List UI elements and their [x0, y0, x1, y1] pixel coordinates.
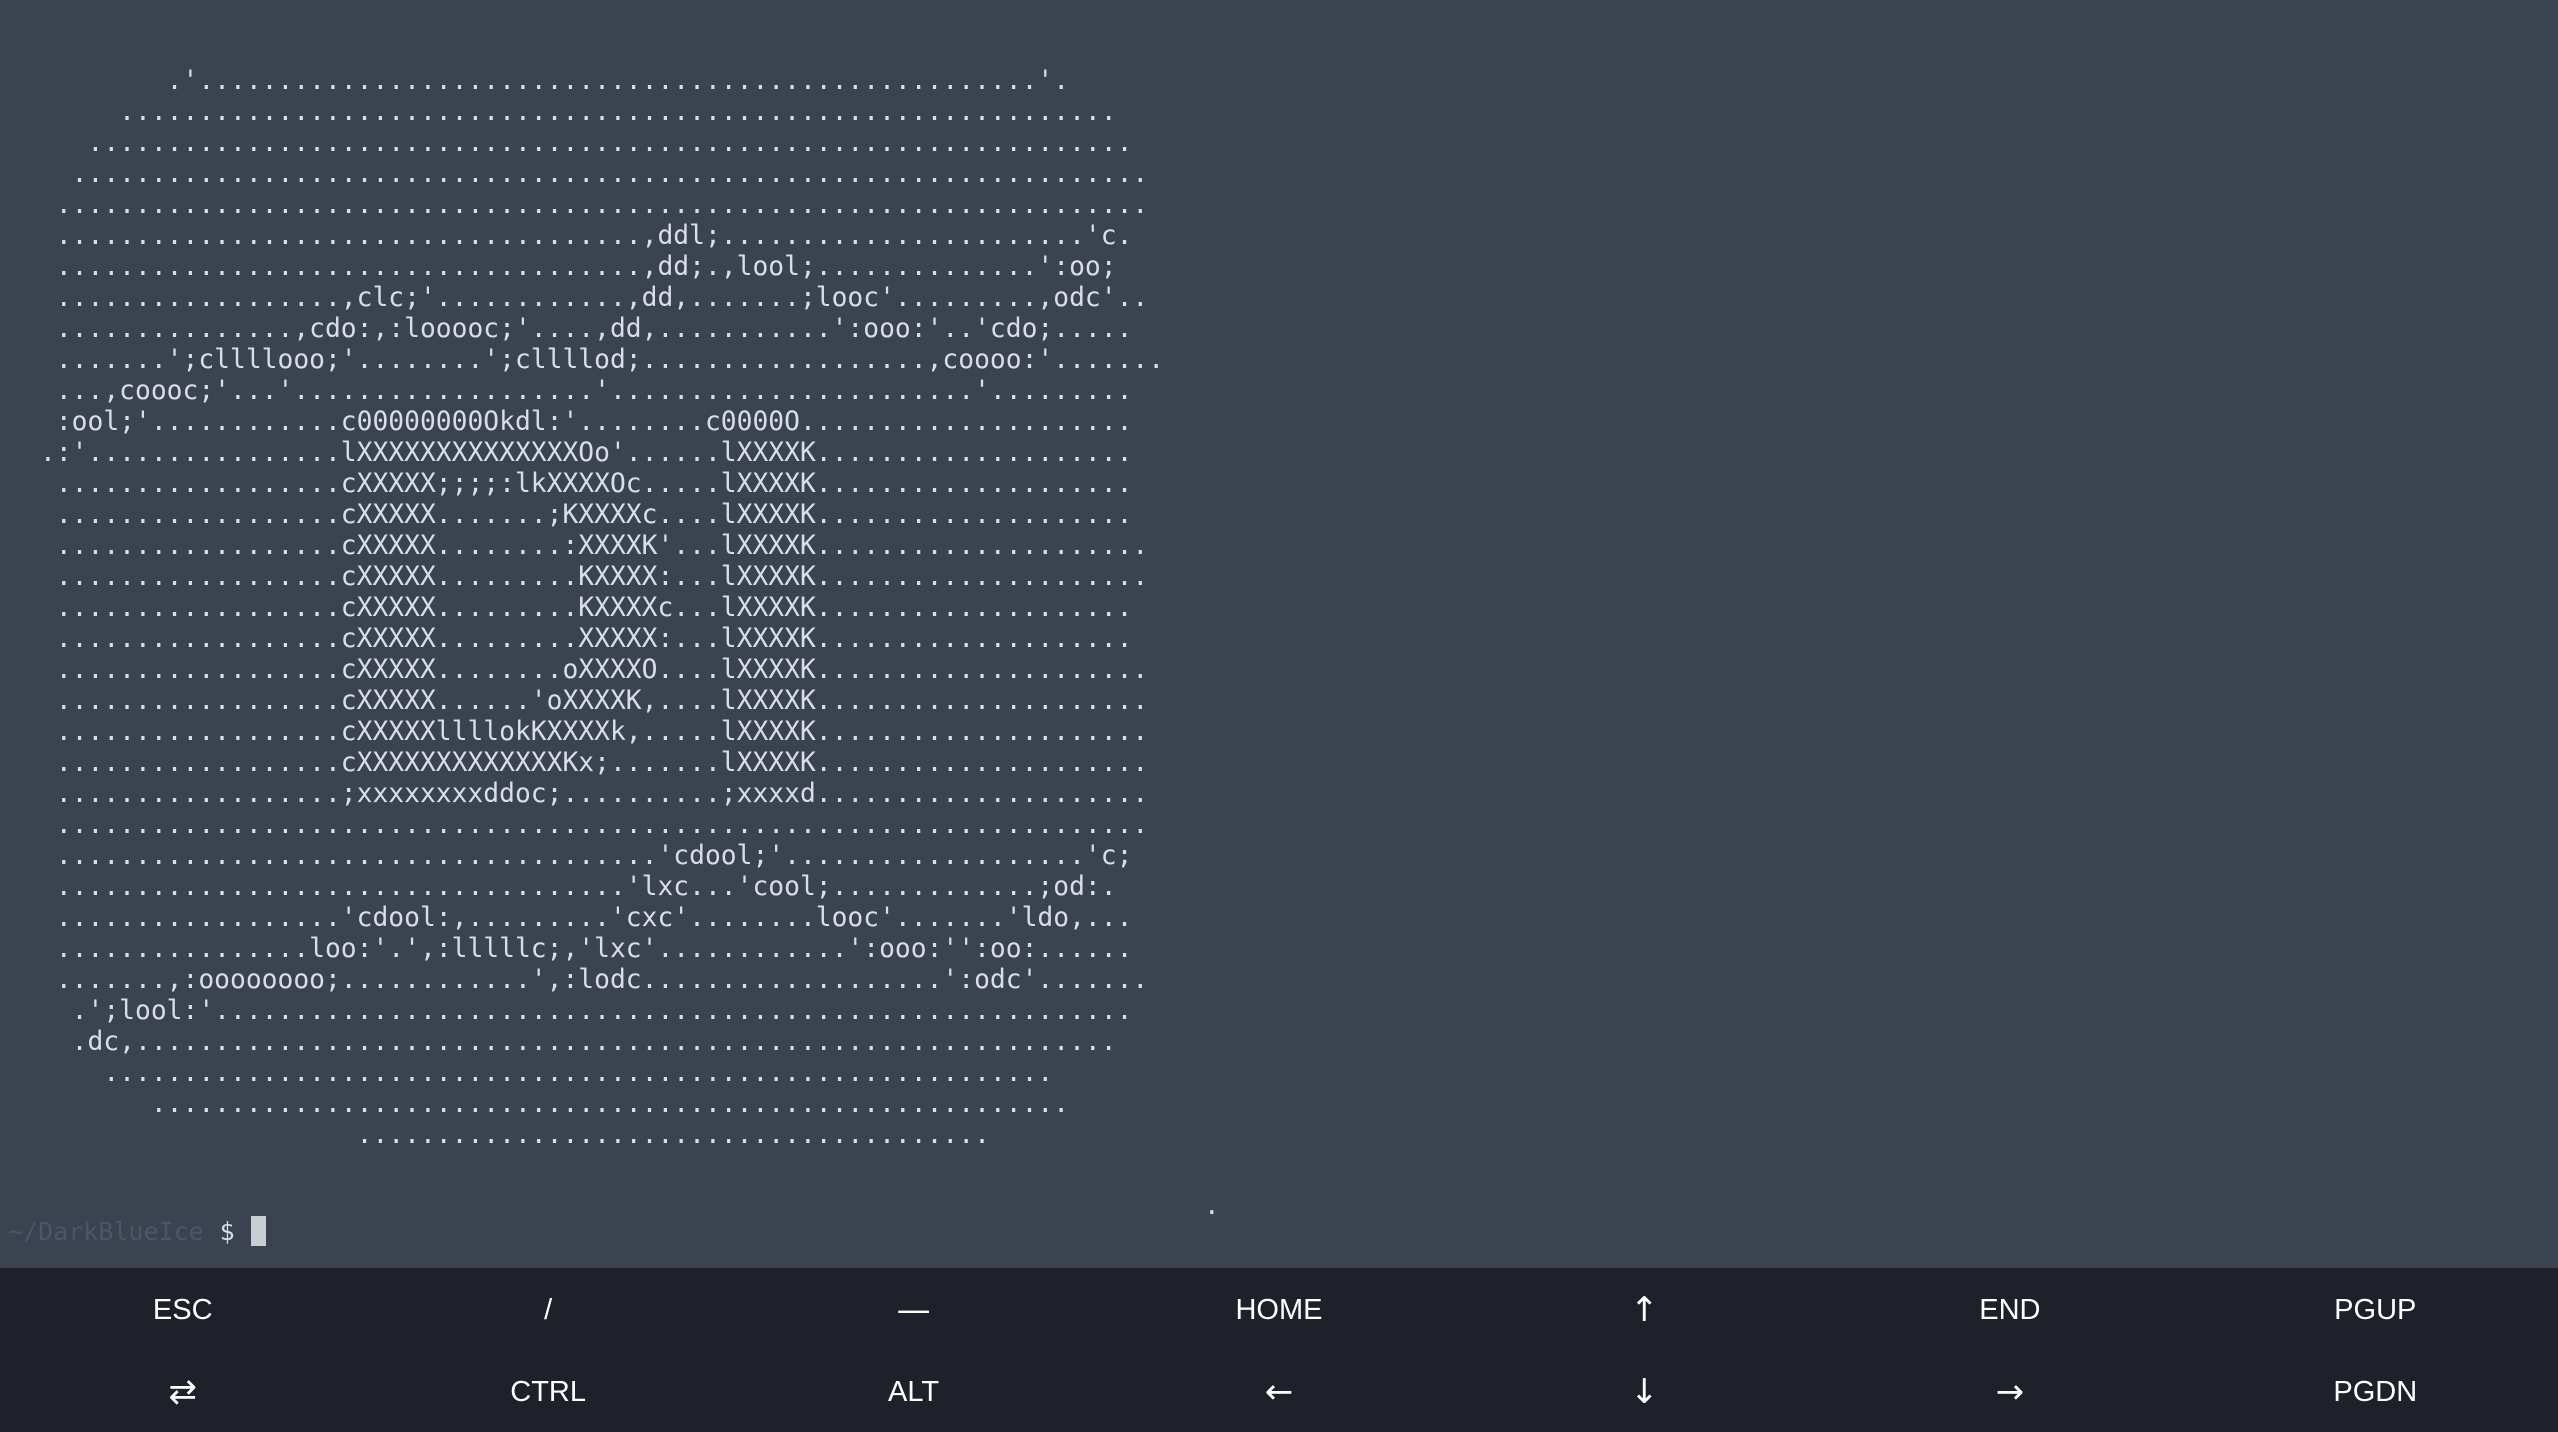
dash-key[interactable]: —: [731, 1268, 1096, 1352]
trailing-dot: .: [1204, 1191, 1220, 1221]
termux-screen: .'......................................…: [0, 0, 2558, 1432]
trailing-dots: . .: [1204, 1160, 1298, 1268]
arrow-down-key[interactable]: ↓: [1462, 1352, 1827, 1432]
prompt-path: ~/DarkBlueIce: [8, 1216, 204, 1246]
ascii-line: ..................,clc;'............,dd,…: [40, 283, 1149, 313]
ascii-line: ........................................: [40, 1120, 990, 1150]
ascii-line: .';lool:'...............................…: [40, 996, 1133, 1026]
ascii-line: ...,coooc;'...'...................'.....…: [40, 376, 1133, 406]
ascii-line: ........................................…: [40, 159, 1149, 189]
ascii-line: ..................cXXXXX.......;KXXXXc..…: [40, 500, 1133, 530]
alt-key[interactable]: ALT: [731, 1352, 1096, 1432]
pgup-key[interactable]: PGUP: [2193, 1268, 2558, 1352]
ascii-line: ..................cXXXXX;;;;:lkXXXXOc...…: [40, 469, 1133, 499]
extra-keys-bar: ESC / — HOME ↑ END PGUP ⇄ CTRL ALT ← ↓ →…: [0, 1268, 2558, 1432]
ascii-line: ..................cXXXXX........oXXXXO..…: [40, 655, 1149, 685]
ascii-line: ..................cXXXXX........:XXXXK'.…: [40, 531, 1149, 561]
ascii-line: ........................................…: [40, 190, 1149, 220]
ascii-line: .'......................................…: [40, 66, 1070, 96]
terminal-output[interactable]: .'......................................…: [0, 0, 2558, 1268]
end-key[interactable]: END: [1827, 1268, 2192, 1352]
ascii-line: ..................cXXXXX.........KXXXX:.…: [40, 562, 1149, 592]
ascii-line: ........................................…: [40, 1089, 1070, 1119]
ascii-line: ..................cXXXXX.........KXXXXc.…: [40, 593, 1133, 623]
ascii-line: ................loo:'.',:lllllc;,'lxc'..…: [40, 934, 1133, 964]
ascii-line: ......................................'c…: [40, 841, 1133, 871]
arrow-up-key[interactable]: ↑: [1462, 1268, 1827, 1352]
ascii-line: ..................cXXXXXXXXXXXXXKx;.....…: [40, 748, 1149, 778]
arrow-left-key[interactable]: ←: [1096, 1352, 1461, 1432]
text-cursor: [250, 1216, 266, 1246]
ascii-line: ........................................…: [40, 1058, 1054, 1088]
ascii-line: .......';cllllooo;'........';cllllod;...…: [40, 345, 1165, 375]
pgdn-key[interactable]: PGDN: [2193, 1352, 2558, 1432]
prompt-symbol: $: [219, 1216, 235, 1246]
ascii-line: ..................;xxxxxxxxddoc;........…: [40, 779, 1149, 809]
ascii-line: .....................................,dd…: [40, 221, 1133, 251]
home-key[interactable]: HOME: [1096, 1268, 1461, 1352]
ascii-line: ........................................…: [40, 97, 1117, 127]
ascii-line: ..................cXXXXX.........XXXXX:.…: [40, 624, 1133, 654]
tab-key[interactable]: ⇄: [0, 1352, 365, 1432]
ascii-line: ........................................…: [40, 128, 1133, 158]
ascii-line: ..................'cdool:,.........'cxc'…: [40, 903, 1133, 933]
ctrl-key[interactable]: CTRL: [365, 1352, 730, 1432]
esc-key[interactable]: ESC: [0, 1268, 365, 1352]
ascii-line: .dc,....................................…: [40, 1027, 1117, 1057]
slash-key[interactable]: /: [365, 1268, 730, 1352]
ascii-line: ........................................…: [40, 810, 1149, 840]
ascii-line: ..................cXXXXX......'oXXXXK,..…: [40, 686, 1149, 716]
ascii-art: .'......................................…: [40, 66, 1164, 1151]
ascii-line: ....................................'lxc…: [40, 872, 1117, 902]
ascii-line: .....................................,dd…: [40, 252, 1117, 282]
ascii-line: :ool;'............c00000000Okdl:'.......…: [40, 407, 1133, 437]
shell-prompt[interactable]: ~/DarkBlueIce $: [8, 1214, 266, 1248]
ascii-line: ..................cXXXXXllllokKXXXXk,...…: [40, 717, 1149, 747]
ascii-line: ...............,cdo:,:looooc;'....,dd,..…: [40, 314, 1133, 344]
ascii-line: .......,:oooooooo;............',:lodc...…: [40, 965, 1149, 995]
arrow-right-key[interactable]: →: [1827, 1352, 2192, 1432]
ascii-line: .:'................lXXXXXXXXXXXXXXOo'...…: [40, 438, 1133, 468]
